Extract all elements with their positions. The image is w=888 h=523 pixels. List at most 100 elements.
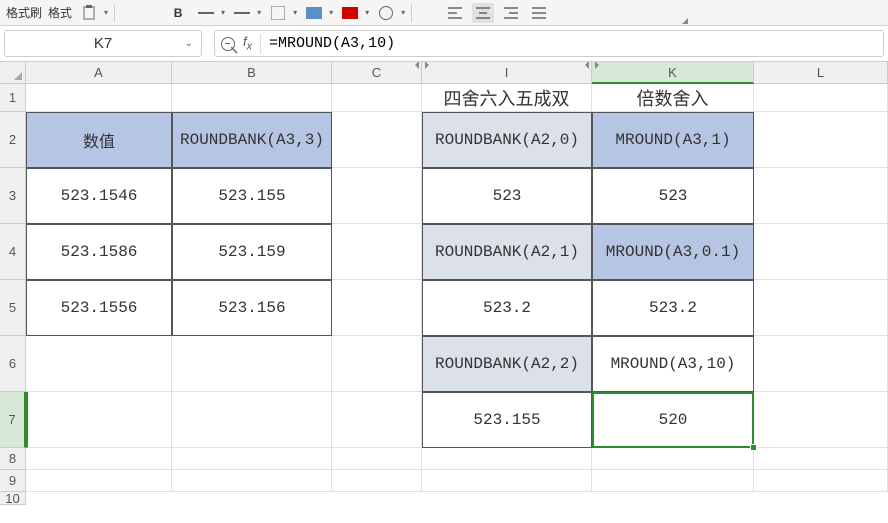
name-box[interactable]: K7 ⌄ bbox=[4, 30, 202, 57]
cell-L6[interactable] bbox=[754, 336, 888, 392]
align-left-icon[interactable] bbox=[444, 3, 466, 23]
cell-C8[interactable] bbox=[332, 448, 422, 470]
selection-fill-handle[interactable] bbox=[750, 444, 757, 451]
cell-B8[interactable] bbox=[172, 448, 332, 470]
cell-K7[interactable]: 520 bbox=[592, 392, 754, 448]
cell-A6[interactable] bbox=[26, 336, 172, 392]
row-header-5[interactable]: 5 bbox=[0, 280, 26, 336]
cell-A2[interactable]: 数值 bbox=[26, 112, 172, 168]
chevron-down-icon[interactable]: ▾ bbox=[365, 8, 369, 17]
cell-B2[interactable]: ROUNDBANK(A3,3) bbox=[172, 112, 332, 168]
col-header-A[interactable]: A bbox=[26, 62, 172, 84]
chevron-down-icon[interactable]: ▾ bbox=[329, 8, 333, 17]
toolbar-label-1[interactable]: 格式刷 bbox=[6, 4, 42, 21]
col-header-K[interactable]: K bbox=[592, 62, 754, 84]
cell-I6[interactable]: ROUNDBANK(A2,2) bbox=[422, 336, 592, 392]
toolbar-label-2[interactable]: 格式 bbox=[48, 4, 72, 21]
cell-B5[interactable]: 523.156 bbox=[172, 280, 332, 336]
cell-K4[interactable]: MROUND(A3,0.1) bbox=[592, 224, 754, 280]
cell-I5[interactable]: 523.2 bbox=[422, 280, 592, 336]
row-header-2[interactable]: 2 bbox=[0, 112, 26, 168]
row-header-8[interactable]: 8 bbox=[0, 448, 26, 470]
cell-C9[interactable] bbox=[332, 470, 422, 492]
cell-K8[interactable] bbox=[592, 448, 754, 470]
cell-C6[interactable] bbox=[332, 336, 422, 392]
cell-A7[interactable] bbox=[26, 392, 172, 448]
chevron-down-icon[interactable]: ⌄ bbox=[185, 38, 193, 49]
formula-input[interactable]: =MROUND(A3,10) bbox=[269, 35, 395, 52]
font-color-icon[interactable] bbox=[339, 3, 361, 23]
cell-K2[interactable]: MROUND(A3,1) bbox=[592, 112, 754, 168]
cell-L7[interactable] bbox=[754, 392, 888, 448]
align-justify-icon[interactable] bbox=[528, 3, 550, 23]
row-header-6[interactable]: 6 bbox=[0, 336, 26, 392]
row-header-7[interactable]: 7 bbox=[0, 392, 26, 448]
cell-B4[interactable]: 523.159 bbox=[172, 224, 332, 280]
expand-corner-icon[interactable] bbox=[682, 18, 688, 24]
col-header-B[interactable]: B bbox=[172, 62, 332, 84]
row-header-1[interactable]: 1 bbox=[0, 84, 26, 112]
line-icon[interactable] bbox=[195, 3, 217, 23]
paste-icon[interactable] bbox=[78, 3, 100, 23]
cell-B3[interactable]: 523.155 bbox=[172, 168, 332, 224]
cell-A3[interactable]: 523.1546 bbox=[26, 168, 172, 224]
cell-L2[interactable] bbox=[754, 112, 888, 168]
zoom-out-icon[interactable] bbox=[221, 37, 235, 51]
col-header-C[interactable]: C bbox=[332, 62, 422, 84]
cell-L4[interactable] bbox=[754, 224, 888, 280]
select-all-corner[interactable] bbox=[0, 62, 26, 84]
line-icon-2[interactable] bbox=[231, 3, 253, 23]
cell-I4[interactable]: ROUNDBANK(A2,1) bbox=[422, 224, 592, 280]
column-resize-handle-icon[interactable] bbox=[585, 62, 599, 69]
row-header-3[interactable]: 3 bbox=[0, 168, 26, 224]
cell-B9[interactable] bbox=[172, 470, 332, 492]
cell-K6[interactable]: MROUND(A3,10) bbox=[592, 336, 754, 392]
col-header-I[interactable]: I bbox=[422, 62, 592, 84]
border-icon[interactable] bbox=[267, 3, 289, 23]
cell-K3[interactable]: 523 bbox=[592, 168, 754, 224]
row-header-10[interactable]: 10 bbox=[0, 492, 26, 505]
column-resize-handle-icon[interactable] bbox=[415, 62, 429, 69]
bold-icon[interactable]: B bbox=[167, 3, 189, 23]
cell-C1[interactable] bbox=[332, 84, 422, 112]
align-center-icon[interactable] bbox=[472, 3, 494, 23]
cell-L3[interactable] bbox=[754, 168, 888, 224]
cell-A4[interactable]: 523.1586 bbox=[26, 224, 172, 280]
formula-bar[interactable]: fx =MROUND(A3,10) bbox=[214, 30, 884, 57]
cell-B7[interactable] bbox=[172, 392, 332, 448]
cell-I3[interactable]: 523 bbox=[422, 168, 592, 224]
row-header-9[interactable]: 9 bbox=[0, 470, 26, 492]
cell-B6[interactable] bbox=[172, 336, 332, 392]
cell-C4[interactable] bbox=[332, 224, 422, 280]
chevron-down-icon[interactable]: ▾ bbox=[257, 8, 261, 17]
cell-C5[interactable] bbox=[332, 280, 422, 336]
fill-color-icon[interactable] bbox=[303, 3, 325, 23]
cell-I8[interactable] bbox=[422, 448, 592, 470]
cell-L8[interactable] bbox=[754, 448, 888, 470]
cell-L1[interactable] bbox=[754, 84, 888, 112]
cell-C3[interactable] bbox=[332, 168, 422, 224]
cell-A9[interactable] bbox=[26, 470, 172, 492]
cell-B1[interactable] bbox=[172, 84, 332, 112]
cell-I1[interactable]: 四舍六入五成双 bbox=[422, 84, 592, 112]
cell-K5[interactable]: 523.2 bbox=[592, 280, 754, 336]
col-header-L[interactable]: L bbox=[754, 62, 888, 84]
chevron-down-icon[interactable]: ▾ bbox=[104, 8, 108, 17]
cell-C2[interactable] bbox=[332, 112, 422, 168]
align-right-icon[interactable] bbox=[500, 3, 522, 23]
cell-A8[interactable] bbox=[26, 448, 172, 470]
chevron-down-icon[interactable]: ▾ bbox=[293, 8, 297, 17]
chevron-down-icon[interactable]: ▾ bbox=[221, 8, 225, 17]
fx-icon[interactable]: fx bbox=[243, 34, 252, 53]
row-header-4[interactable]: 4 bbox=[0, 224, 26, 280]
cell-L9[interactable] bbox=[754, 470, 888, 492]
cell-A1[interactable] bbox=[26, 84, 172, 112]
cell-K9[interactable] bbox=[592, 470, 754, 492]
cell-L5[interactable] bbox=[754, 280, 888, 336]
cell-K1[interactable]: 倍数舍入 bbox=[592, 84, 754, 112]
cell-I7[interactable]: 523.155 bbox=[422, 392, 592, 448]
cell-A5[interactable]: 523.1556 bbox=[26, 280, 172, 336]
circle-icon[interactable] bbox=[375, 3, 397, 23]
cell-I2[interactable]: ROUNDBANK(A2,0) bbox=[422, 112, 592, 168]
cell-I9[interactable] bbox=[422, 470, 592, 492]
